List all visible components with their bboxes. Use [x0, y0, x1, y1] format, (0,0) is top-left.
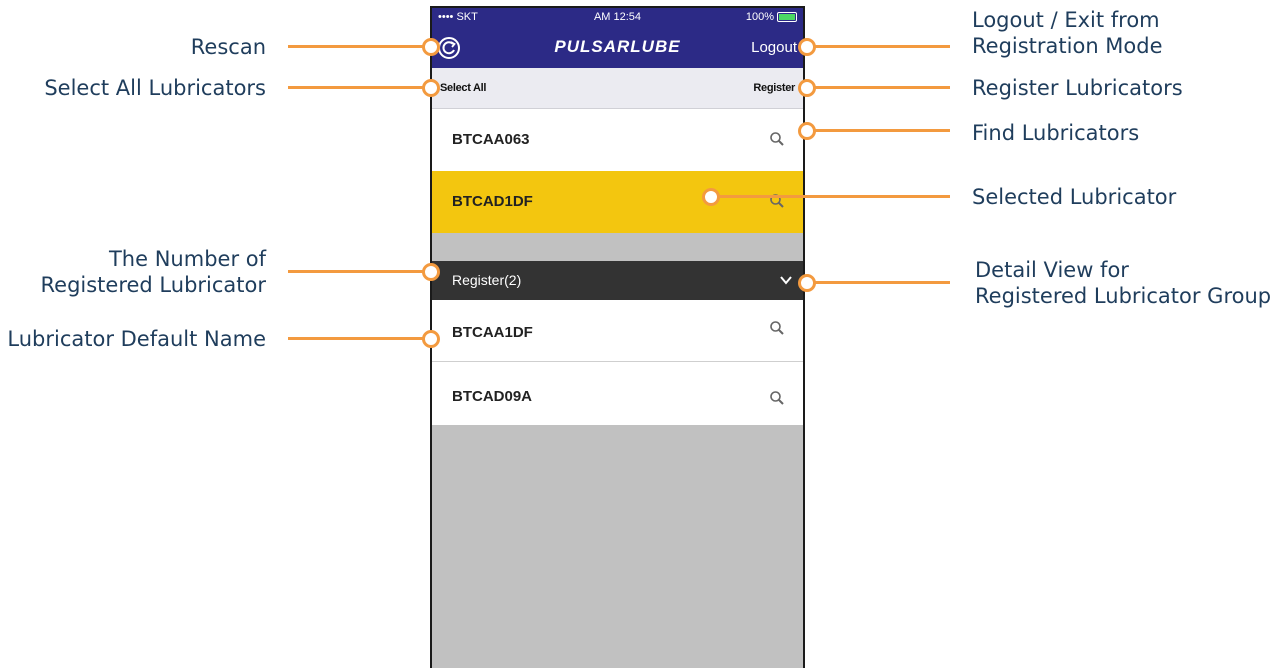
phone-screen: •••• SKT AM 12:54 100% PULSARLUBE Logout…: [430, 6, 805, 668]
callout-line-logout: [810, 45, 950, 48]
registered-group-header[interactable]: Register(2): [432, 261, 803, 300]
status-right: 100%: [746, 11, 797, 23]
select-all-button[interactable]: Select All: [440, 82, 486, 94]
annotation-number-registered: The Number of Registered Lubricator: [41, 246, 267, 298]
chevron-down-icon[interactable]: [779, 273, 793, 287]
callout-dot: [798, 122, 816, 140]
callout-dot: [422, 330, 440, 348]
lubricator-name: BTCAA063: [452, 131, 530, 148]
callout-dot: [702, 188, 720, 206]
battery-percent: 100%: [745, 11, 774, 23]
annotation-line: The Number of: [108, 247, 266, 271]
callout-dot: [422, 263, 440, 281]
lubricator-row-selected[interactable]: BTCAD1DF: [432, 171, 803, 233]
registered-count: Register(2): [452, 272, 522, 288]
annotation-line: Detail View for: [975, 258, 1129, 282]
annotation-line: Registered Lubricator Group: [975, 284, 1272, 308]
lubricator-name: BTCAD09A: [452, 388, 533, 405]
annotation-line: Registered Lubricator: [40, 273, 267, 297]
callout-dot: [798, 274, 816, 292]
lubricator-row[interactable]: BTCAA063: [432, 109, 803, 171]
annotation-detail-view: Detail View for Registered Lubricator Gr…: [975, 257, 1271, 309]
status-bar: •••• SKT AM 12:54 100%: [432, 8, 803, 28]
register-button[interactable]: Register: [753, 82, 795, 94]
annotation-line: Registration Mode: [972, 34, 1163, 58]
search-icon[interactable]: [769, 320, 785, 336]
callout-line-default-name: [288, 337, 428, 340]
action-bar: Select All Register: [432, 68, 803, 109]
search-icon[interactable]: [769, 131, 785, 147]
annotation-find: Find Lubricators: [972, 121, 1140, 145]
annotation-default-name: Lubricator Default Name: [7, 327, 266, 351]
registered-row[interactable]: BTCAD09A: [432, 362, 803, 425]
callout-line-find: [810, 129, 950, 132]
search-icon[interactable]: [769, 390, 785, 406]
lubricator-name: BTCAA1DF: [452, 324, 533, 341]
brand-logo: PULSARLUBE: [554, 37, 681, 56]
battery-icon: [777, 12, 797, 22]
annotation-register: Register Lubricators: [972, 76, 1183, 100]
callout-line-register: [810, 86, 950, 89]
callout-line-selected: [712, 195, 950, 198]
nav-bar: PULSARLUBE Logout: [432, 28, 803, 68]
annotation-selected: Selected Lubricator: [972, 185, 1177, 209]
callout-dot: [798, 79, 816, 97]
callout-line-select-all: [288, 86, 428, 89]
annotation-select-all: Select All Lubricators: [44, 76, 266, 100]
logout-button[interactable]: Logout: [751, 39, 797, 56]
callout-dot: [422, 38, 440, 56]
callout-dot: [798, 38, 816, 56]
callout-line-rescan: [288, 45, 428, 48]
callout-line-detail: [810, 281, 950, 284]
annotation-logout: Logout / Exit from Registration Mode: [972, 7, 1163, 59]
callout-line-number: [288, 270, 428, 273]
annotation-rescan: Rescan: [190, 35, 266, 59]
registered-row[interactable]: BTCAA1DF: [432, 300, 803, 362]
lubricator-name: BTCAD1DF: [452, 193, 533, 210]
annotation-line: Logout / Exit from: [972, 8, 1160, 32]
callout-dot: [422, 79, 440, 97]
